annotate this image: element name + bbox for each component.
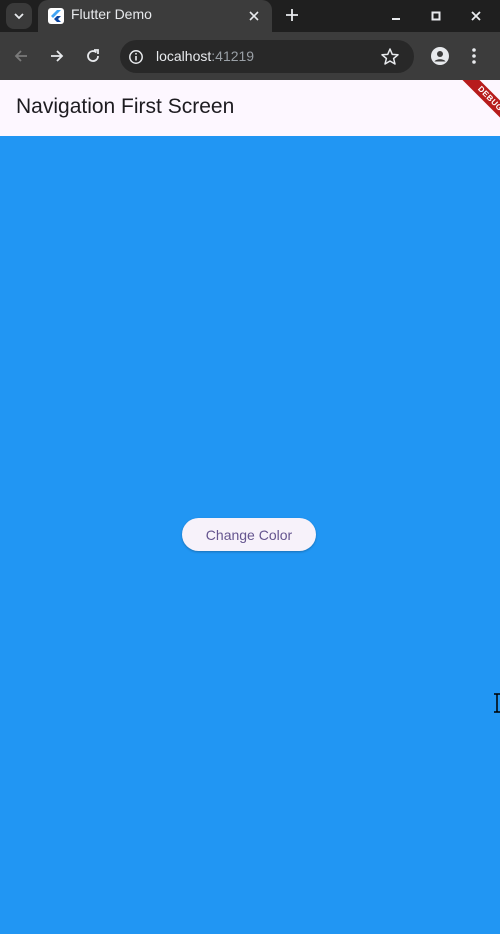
tab-close-button[interactable] — [244, 6, 264, 26]
arrow-left-icon — [14, 50, 27, 62]
app-bar: Navigation First Screen — [0, 80, 500, 136]
info-icon[interactable] — [128, 49, 144, 65]
new-tab-button[interactable] — [280, 3, 304, 27]
browser-toolbar: localhost:41219 — [0, 32, 500, 80]
page-title: Navigation First Screen — [16, 95, 235, 118]
minimize-icon — [392, 18, 400, 20]
url-host: localhost — [156, 48, 212, 64]
bookmark-star-icon[interactable] — [380, 47, 400, 67]
back-button[interactable] — [9, 44, 33, 68]
reload-icon — [87, 49, 99, 62]
close-icon — [471, 11, 481, 21]
flutter-logo-icon — [48, 8, 64, 24]
window-close-button[interactable] — [463, 3, 489, 29]
url-port: :41219 — [211, 48, 255, 64]
url-text[interactable]: localhost:41219 — [156, 48, 254, 64]
change-color-button[interactable]: Change Color — [182, 518, 316, 551]
more-menu-icon[interactable] — [470, 46, 478, 66]
tab-title: Flutter Demo — [71, 6, 152, 22]
address-bar[interactable]: localhost:41219 — [120, 40, 414, 73]
tab-search-button[interactable] — [6, 3, 32, 29]
maximize-button[interactable] — [423, 3, 449, 29]
plus-icon — [286, 9, 298, 21]
maximize-icon — [431, 11, 441, 21]
chevron-down-icon — [14, 13, 24, 20]
minimize-button[interactable] — [383, 3, 409, 29]
text-cursor-icon — [494, 693, 500, 713]
arrow-right-icon — [51, 50, 64, 62]
reload-button[interactable] — [81, 44, 105, 68]
browser-tabstrip: Flutter Demo — [0, 0, 500, 32]
forward-button[interactable] — [45, 44, 69, 68]
profile-icon[interactable] — [430, 46, 450, 66]
close-icon — [249, 11, 259, 21]
browser-tab[interactable]: Flutter Demo — [38, 0, 272, 32]
